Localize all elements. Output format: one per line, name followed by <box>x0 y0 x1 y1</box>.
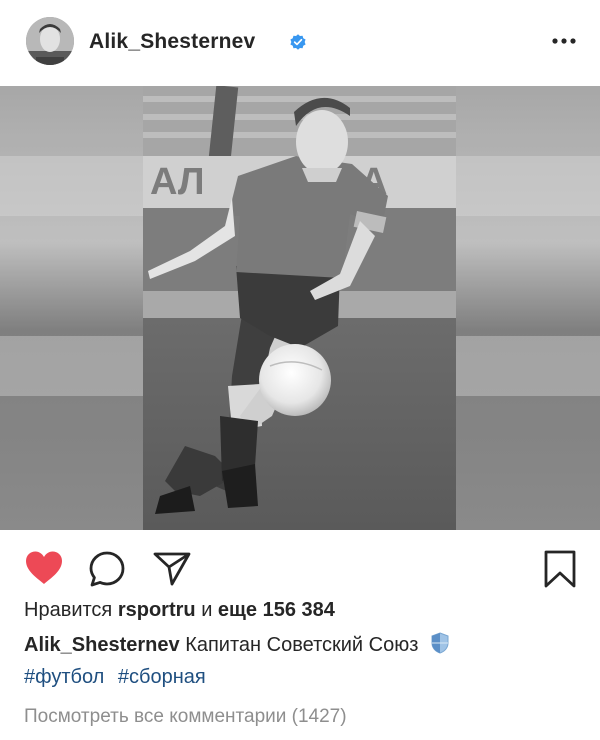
likes-user[interactable]: rsportru <box>118 599 196 621</box>
caption-text: Капитан Советский Союз <box>185 634 419 656</box>
like-heart-icon[interactable] <box>24 550 64 586</box>
shield-icon <box>431 632 449 654</box>
post-caption: Alik_Shesternev Капитан Советский Союз <box>24 632 450 657</box>
svg-text:АЛ: АЛ <box>150 161 205 203</box>
hashtag-link[interactable]: #футбол <box>24 666 104 688</box>
post-action-bar <box>0 530 600 602</box>
likes-connector: и <box>201 599 213 621</box>
post-username[interactable]: Alik_Shesternev <box>89 30 255 54</box>
likes-prefix: Нравится <box>24 599 113 621</box>
save-bookmark-icon[interactable] <box>542 549 578 589</box>
avatar[interactable] <box>26 17 74 65</box>
avatar-image <box>26 17 74 65</box>
caption-username[interactable]: Alik_Shesternev <box>24 634 180 656</box>
football-player-photo: АЛ А <box>0 86 600 530</box>
likes-more-label[interactable]: еще <box>218 599 257 621</box>
hashtag-link[interactable]: #сборная <box>118 666 206 688</box>
more-options-icon[interactable] <box>548 30 580 52</box>
likes-summary[interactable]: Нравится rsportru и еще 156 384 <box>24 599 335 622</box>
hashtag-row: #футбол #сборная <box>24 666 214 689</box>
likes-count[interactable]: 156 384 <box>263 599 335 621</box>
view-all-comments-link[interactable]: Посмотреть все комментарии (1427) <box>24 706 347 728</box>
comments-label: Посмотреть все комментарии <box>24 706 287 727</box>
verified-badge-icon <box>290 34 306 50</box>
post-photo[interactable]: АЛ А <box>0 86 600 530</box>
comments-count: (1427) <box>291 706 347 727</box>
comment-bubble-icon[interactable] <box>88 550 126 588</box>
share-paper-plane-icon[interactable] <box>152 550 192 588</box>
post-header: Alik_Shesternev <box>0 0 600 86</box>
